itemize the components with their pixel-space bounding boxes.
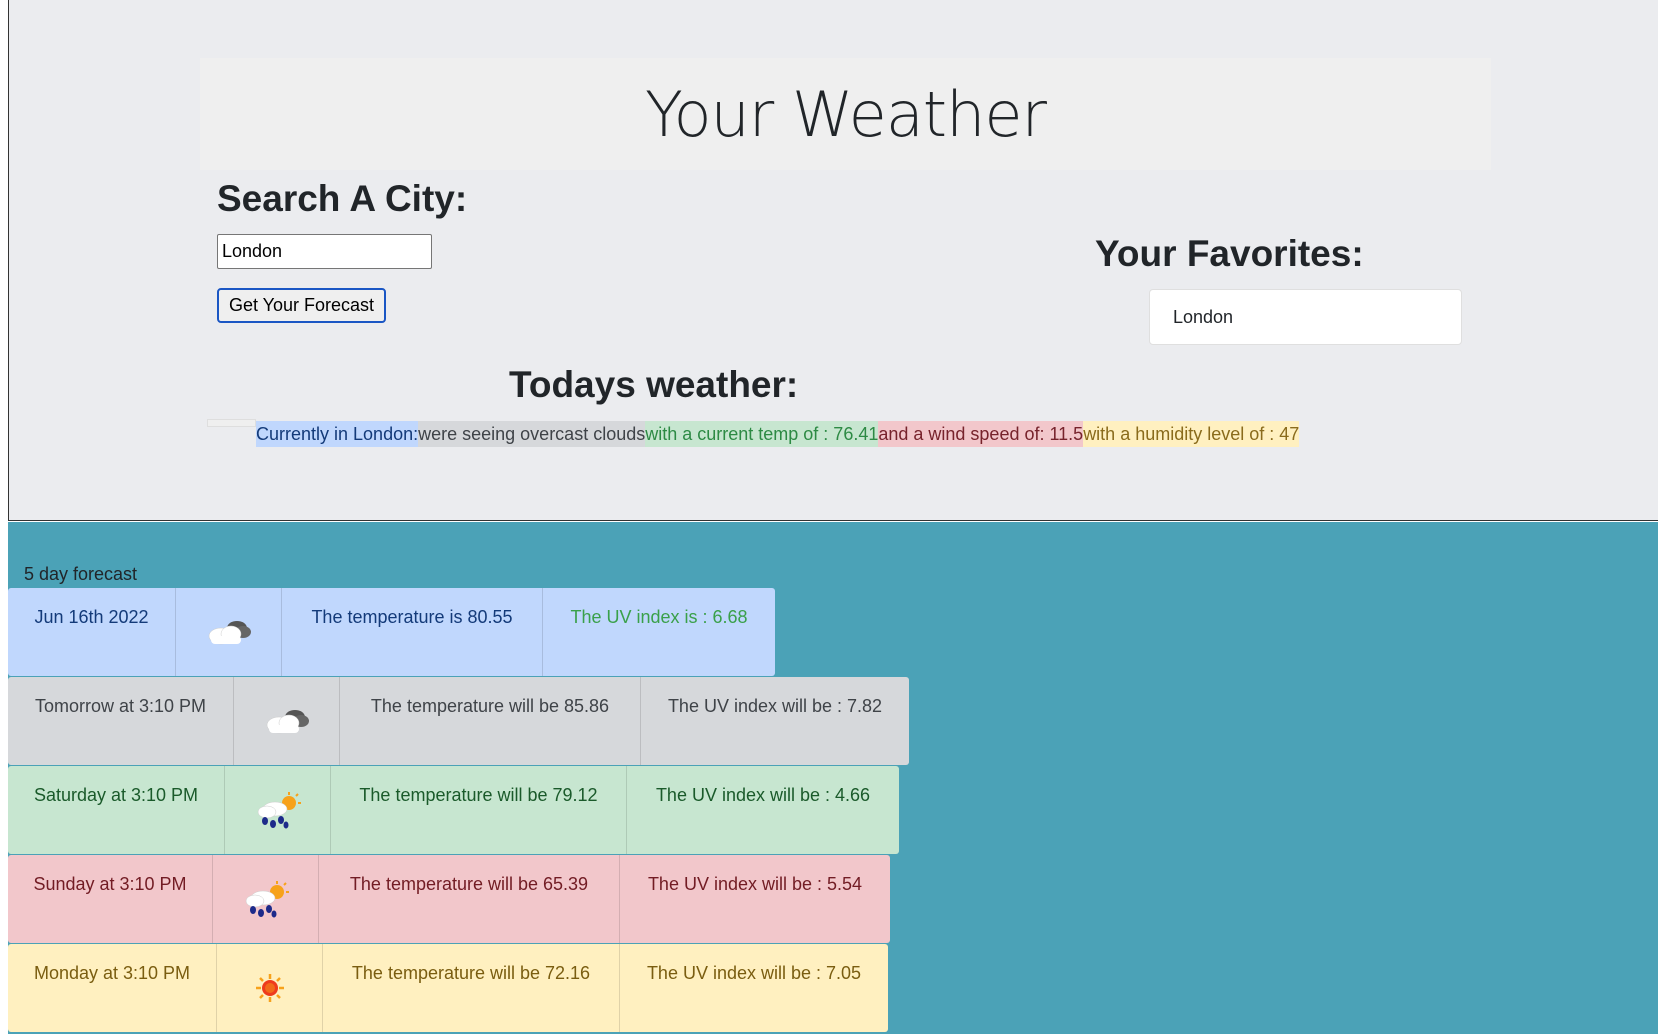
forecast-date: Monday at 3:10 PM — [8, 944, 217, 1032]
forecast-temperature: The temperature is 80.55 — [282, 588, 543, 676]
forecast-temperature: The temperature will be 79.12 — [331, 766, 627, 854]
forecast-temperature: The temperature will be 72.16 — [323, 944, 620, 1032]
forecast-row-day-5: Monday at 3:10 PM The temperature will b… — [8, 944, 888, 1032]
get-forecast-button[interactable]: Get Your Forecast — [217, 288, 386, 323]
favorite-city-london[interactable]: London — [1149, 289, 1462, 345]
search-heading: Search A City: — [217, 178, 468, 219]
forecast-row-day-3: Saturday at 3:10 PM The temperature will… — [8, 766, 899, 854]
forecast-uv-index: The UV index is : 6.68 — [570, 607, 748, 627]
current-humidity-text: with a humidity level of : 47 — [1083, 421, 1300, 447]
city-search-input[interactable] — [217, 234, 432, 269]
forecast-section: 5 day forecast Jun 16th 2022 The tempera… — [8, 522, 1658, 1034]
forecast-row-day-4: Sunday at 3:10 PM The temperature will b… — [8, 855, 890, 943]
forecast-uv-index: The UV index will be : 7.05 — [646, 963, 862, 983]
favorites-heading: Your Favorites: — [1095, 233, 1364, 274]
cloud-icon — [176, 588, 282, 676]
forecast-temperature: The temperature will be 85.86 — [340, 677, 641, 765]
forecast-row-day-1: Jun 16th 2022 The temperature is 80.55 T… — [8, 588, 775, 676]
current-location-text: Currently in London: — [256, 421, 419, 447]
forecast-date: Jun 16th 2022 — [8, 588, 176, 676]
rain-sun-icon — [213, 855, 319, 943]
forecast-uv-index: The UV index will be : 7.82 — [667, 696, 883, 716]
cloud-icon — [234, 677, 340, 765]
forecast-date: Sunday at 3:10 PM — [8, 855, 213, 943]
header-banner: Your Weather — [200, 58, 1491, 170]
forecast-date: Saturday at 3:10 PM — [8, 766, 225, 854]
forecast-uv-index: The UV index will be : 4.66 — [655, 785, 871, 805]
forecast-row-day-2: Tomorrow at 3:10 PM The temperature will… — [8, 677, 909, 765]
forecast-heading: 5 day forecast — [24, 564, 138, 584]
sun-icon — [217, 944, 323, 1032]
forecast-date: Tomorrow at 3:10 PM — [8, 677, 234, 765]
page-title: Your Weather — [644, 77, 1047, 151]
current-wind-text: and a wind speed of: 11.5 — [878, 421, 1084, 447]
rain-sun-icon — [225, 766, 331, 854]
search-section: Your Weather Search A City: Get Your For… — [8, 0, 1658, 521]
forecast-temperature: The temperature will be 65.39 — [319, 855, 620, 943]
forecast-uv-index: The UV index will be : 5.54 — [647, 874, 863, 894]
todays-weather-summary: Currently in London: were seeing overcas… — [256, 421, 1300, 447]
todays-weather-heading: Todays weather: — [509, 364, 799, 405]
current-temperature-text: with a current temp of : 76.41 — [645, 421, 879, 447]
current-conditions-text: were seeing overcast clouds — [418, 421, 646, 447]
today-placeholder-box — [207, 419, 256, 427]
